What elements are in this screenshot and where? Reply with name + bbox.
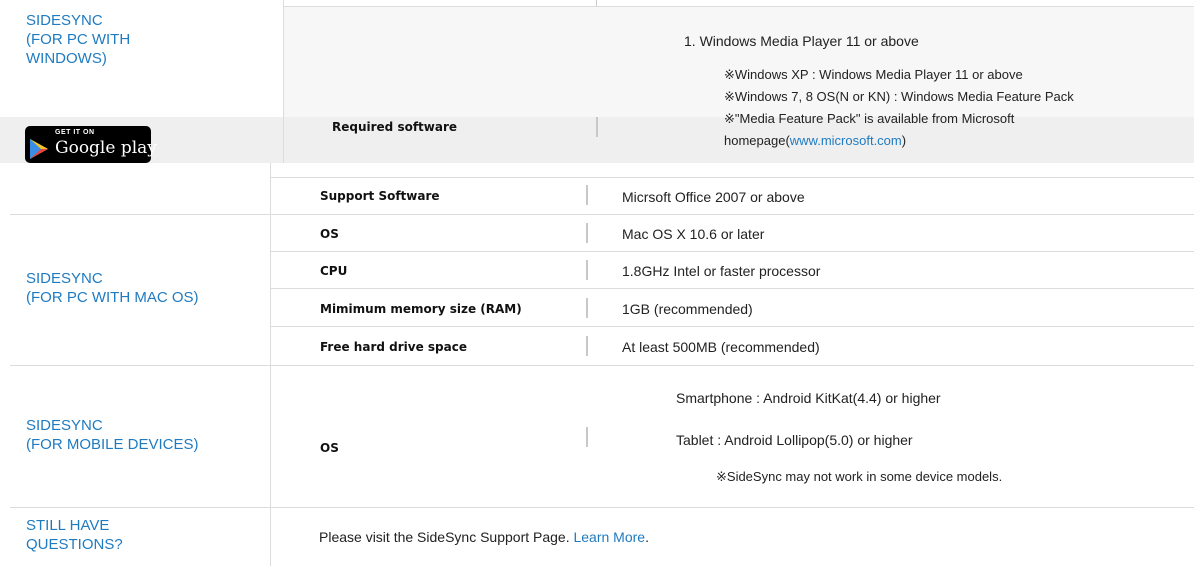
mac-cpu-separator — [586, 260, 588, 280]
mac-ram-separator — [586, 298, 588, 318]
questions-prefix: Please visit the SideSync Support Page. — [319, 529, 574, 545]
mobile-note: ※SideSync may not work in some device mo… — [716, 469, 1003, 484]
windows-title-line2: (FOR PC WITH — [26, 31, 131, 48]
mobile-title-line1: SIDESYNC — [26, 417, 103, 434]
mac-section-title: SIDESYNC (FOR PC WITH MAC OS) — [26, 269, 199, 307]
windows-title-line1: SIDESYNC — [26, 12, 103, 29]
google-play-badge[interactable]: GET IT ON Google play — [25, 126, 157, 163]
mac-ram-value: 1GB (recommended) — [622, 301, 753, 317]
questions-suffix: . — [645, 529, 649, 545]
note4-suffix: ) — [901, 133, 907, 148]
microsoft-link[interactable]: www.microsoft.com — [790, 133, 902, 148]
required-software-note3: ※"Media Feature Pack" is available from … — [724, 111, 1015, 126]
windows-section-title: SIDESYNC (FOR PC WITH WINDOWS) — [26, 11, 130, 68]
mobile-tablet-req: Tablet : Android Lollipop(5.0) or higher — [676, 432, 913, 448]
google-play-icon — [30, 139, 48, 159]
mac-os-separator — [586, 223, 588, 243]
required-software-separator — [596, 117, 598, 137]
mac-row-line-2 — [270, 288, 1194, 289]
required-software-note4: homepage(www.microsoft.com) — [724, 133, 906, 148]
questions-title-line2: QUESTIONS? — [26, 536, 123, 553]
mobile-section-top-line — [10, 365, 1194, 366]
mac-cpu-value: 1.8GHz Intel or faster processor — [622, 263, 821, 279]
learn-more-link[interactable]: Learn More — [573, 529, 645, 545]
mac-ram-label: Mimimum memory size (RAM) — [320, 302, 522, 316]
mobile-smartphone-req: Smartphone : Android KitKat(4.4) or high… — [676, 390, 941, 406]
support-top-line — [270, 177, 1194, 178]
mobile-section-title: SIDESYNC (FOR MOBILE DEVICES) — [26, 416, 199, 454]
mac-title-line1: SIDESYNC — [26, 270, 103, 287]
mac-os-label: OS — [320, 227, 339, 241]
mobile-os-separator — [586, 427, 588, 447]
windows-col-divider — [283, 0, 284, 163]
mac-row-line-1 — [270, 251, 1194, 252]
mac-disk-label: Free hard drive space — [320, 340, 467, 354]
support-software-label: Support Software — [320, 189, 440, 203]
questions-text: Please visit the SideSync Support Page. … — [319, 529, 649, 545]
mobile-title-line2: (FOR MOBILE DEVICES) — [26, 436, 199, 453]
questions-title-line1: STILL HAVE — [26, 517, 110, 534]
required-software-label: Required software — [332, 120, 458, 134]
mac-title-line2: (FOR PC WITH MAC OS) — [26, 289, 199, 306]
top-col-tick — [596, 0, 597, 6]
questions-section-title: STILL HAVE QUESTIONS? — [26, 516, 123, 554]
mac-row-line-3 — [270, 326, 1194, 327]
windows-title-line3: WINDOWS) — [26, 50, 107, 67]
support-software-separator — [586, 185, 588, 205]
mac-disk-separator — [586, 336, 588, 356]
note4-prefix: homepage( — [724, 133, 790, 148]
mac-section-top-line — [10, 214, 1194, 215]
support-software-value: Micrsoft Office 2007 or above — [622, 189, 805, 205]
google-play-big-text: Google play — [55, 138, 157, 158]
mac-os-value: Mac OS X 10.6 or later — [622, 226, 765, 242]
questions-section-top-line — [10, 507, 1194, 508]
required-software-item1: 1. Windows Media Player 11 or above — [684, 33, 919, 49]
required-software-note2: ※Windows 7, 8 OS(N or KN) : Windows Medi… — [724, 89, 1074, 104]
mac-disk-value: At least 500MB (recommended) — [622, 339, 820, 355]
google-play-small-text: GET IT ON — [55, 129, 95, 136]
required-software-note1: ※Windows XP : Windows Media Player 11 or… — [724, 67, 1023, 82]
top-divider — [283, 6, 1194, 7]
mobile-os-label: OS — [320, 441, 339, 455]
mac-cpu-label: CPU — [320, 264, 348, 278]
